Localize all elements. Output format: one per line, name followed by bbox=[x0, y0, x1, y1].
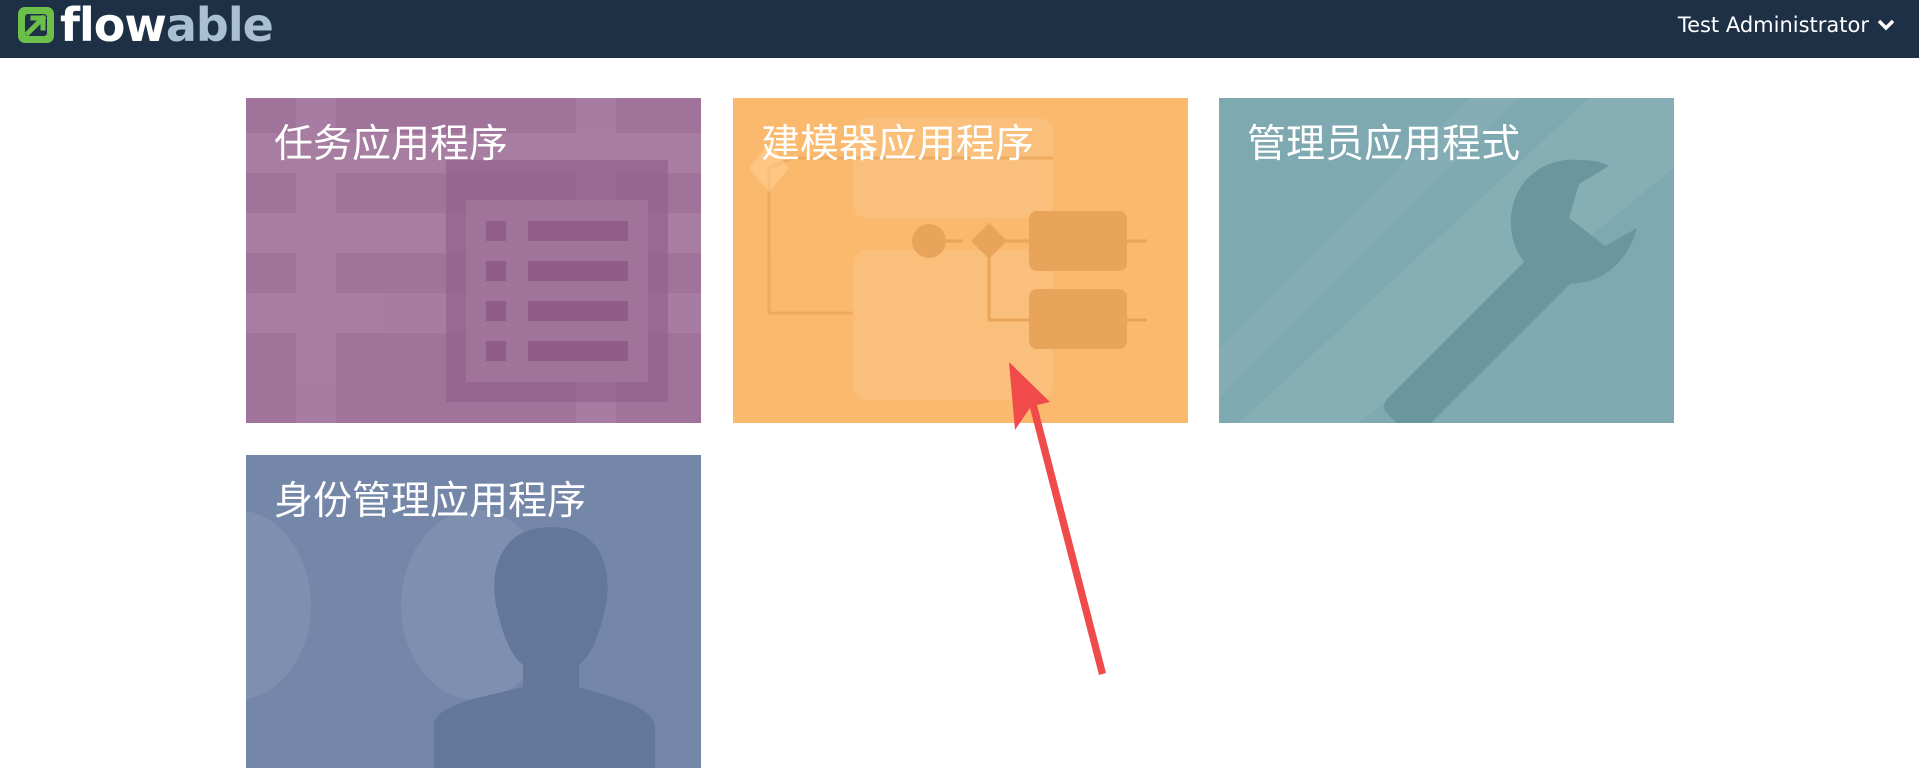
logo-text-flow: flow bbox=[60, 0, 167, 52]
logo-text-able: able bbox=[165, 0, 274, 52]
flowable-logo-icon bbox=[18, 7, 54, 43]
user-name: Test Administrator bbox=[1677, 13, 1869, 37]
app-tile-task[interactable]: 任务应用程序 bbox=[246, 98, 701, 423]
user-menu[interactable]: Test Administrator bbox=[1678, 11, 1895, 39]
top-navigation-bar: flowable Test Administrator bbox=[0, 0, 1919, 58]
app-tile-title: 管理员应用程式 bbox=[1247, 122, 1521, 167]
app-tile-title: 任务应用程序 bbox=[274, 122, 509, 167]
flowable-logo[interactable]: flowable bbox=[16, 2, 274, 48]
app-tile-identity-management[interactable]: 身份管理应用程序 bbox=[246, 455, 701, 768]
chevron-down-icon bbox=[1877, 19, 1895, 31]
app-tile-title: 身份管理应用程序 bbox=[274, 479, 587, 524]
logo-text: flowable bbox=[60, 2, 274, 48]
app-tile-title: 建模器应用程序 bbox=[761, 122, 1035, 167]
app-tile-modeler[interactable]: 建模器应用程序 bbox=[733, 98, 1188, 423]
app-tile-admin[interactable]: 管理员应用程式 bbox=[1219, 98, 1674, 423]
